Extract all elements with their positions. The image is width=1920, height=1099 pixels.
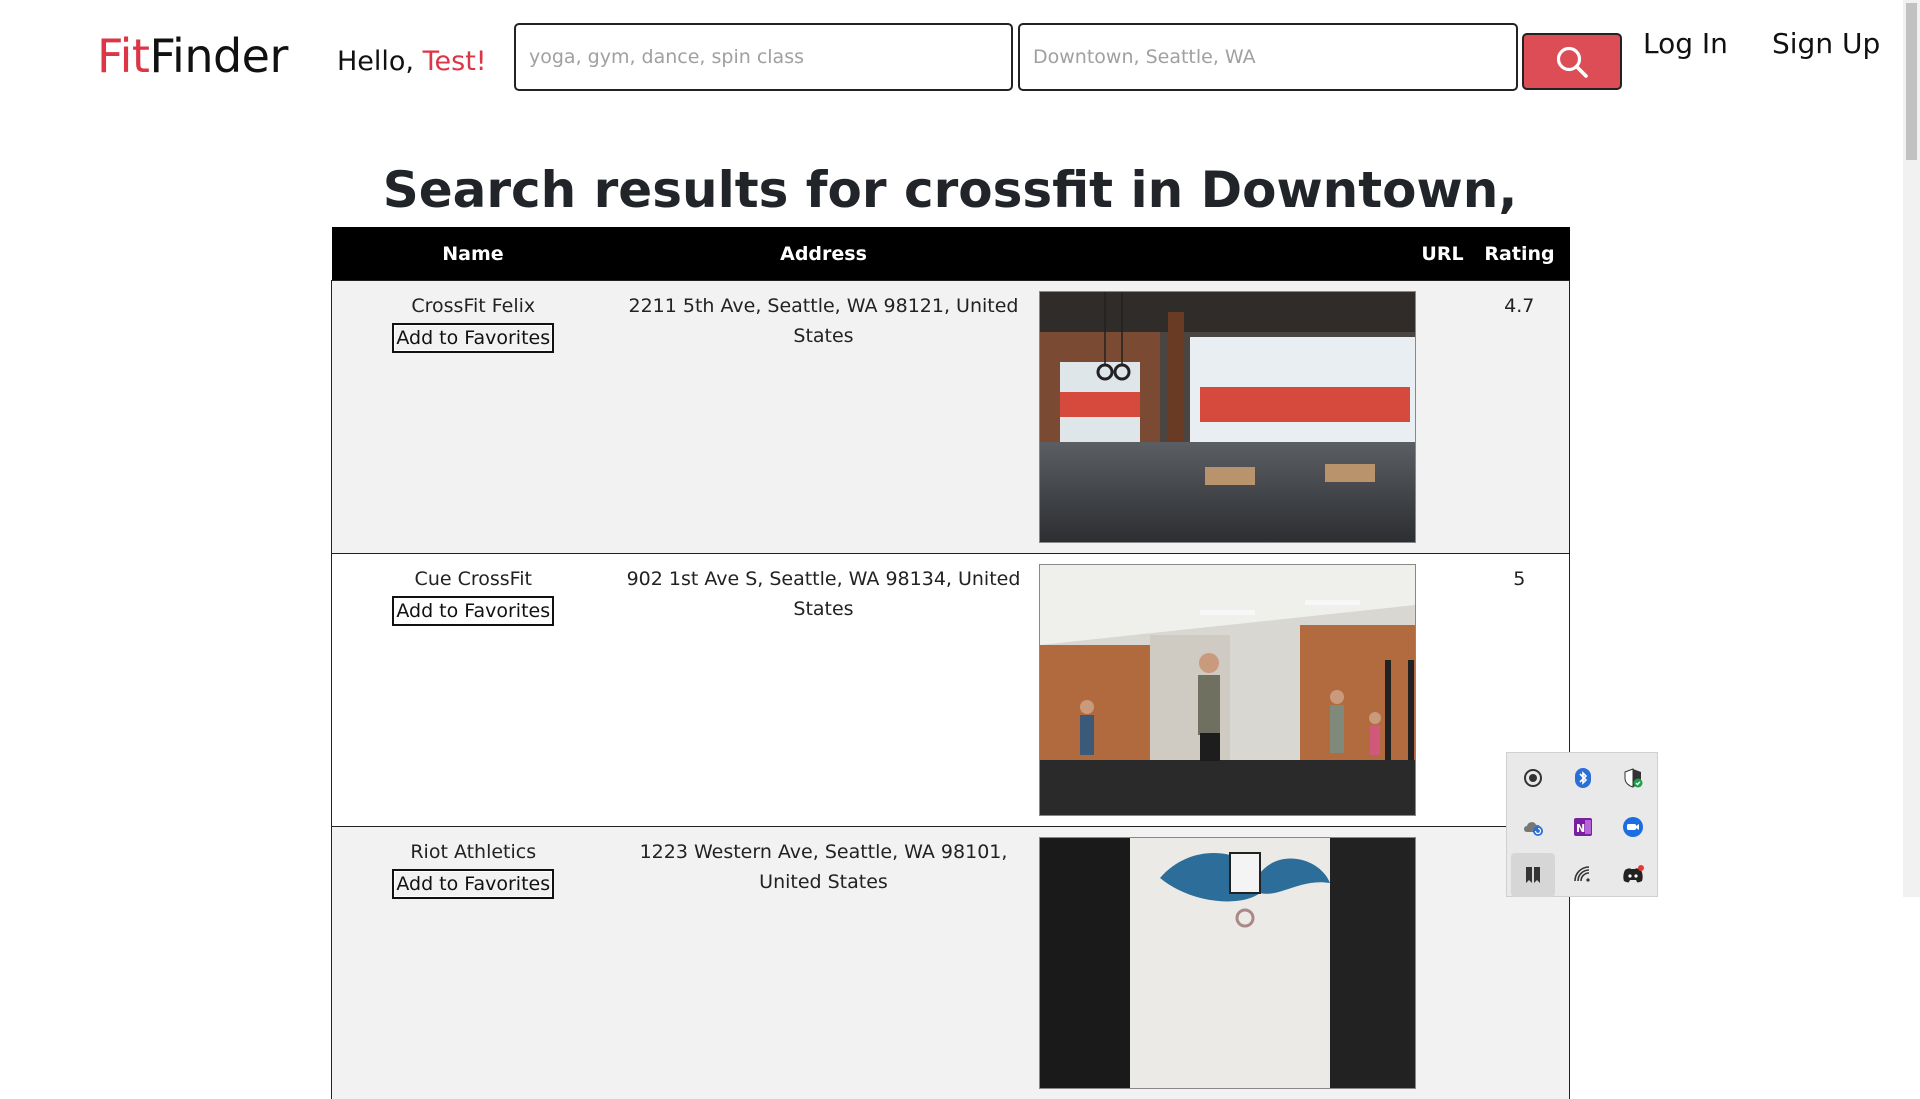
app-logo[interactable]: FitFinder	[97, 26, 288, 86]
gym-name: Cue CrossFit	[338, 564, 609, 594]
onedrive-sync-icon[interactable]	[1511, 805, 1555, 849]
column-header-url: URL	[1416, 227, 1470, 281]
gym-photo-cell	[1033, 281, 1416, 554]
gym-url[interactable]	[1416, 554, 1470, 827]
column-header-address: Address	[615, 227, 1033, 281]
bluetooth-icon[interactable]	[1561, 756, 1605, 800]
gym-address: 1223 Western Ave, Seattle, WA 98101, Uni…	[615, 827, 1033, 1099]
gym-url[interactable]	[1416, 827, 1470, 1099]
table-header-row: Name Address URL Rating	[332, 227, 1570, 281]
table-row: Riot Athletics Add to Favorites 1223 Wes…	[332, 827, 1570, 1099]
search-button[interactable]	[1522, 33, 1622, 90]
column-header-name: Name	[332, 227, 615, 281]
activity-search-input[interactable]	[514, 23, 1013, 91]
logo-finder-text: Finder	[149, 29, 287, 83]
wifi-icon[interactable]	[1561, 853, 1605, 897]
gym-rating: 4.7	[1470, 281, 1570, 554]
svg-text:N: N	[1576, 822, 1585, 835]
gym-photo[interactable]	[1039, 291, 1416, 543]
gym-address: 2211 5th Ave, Seattle, WA 98121, United …	[615, 281, 1033, 554]
greeting-prefix: Hello,	[337, 46, 423, 77]
record-icon[interactable]	[1511, 756, 1555, 800]
onenote-icon[interactable]: N	[1561, 805, 1605, 849]
greeting: Hello, Test!	[337, 44, 487, 80]
gym-name-cell: Cue CrossFit Add to Favorites	[332, 554, 615, 827]
add-to-favorites-button[interactable]: Add to Favorites	[392, 323, 554, 353]
gym-name: Riot Athletics	[338, 837, 609, 867]
system-tray-overflow: N	[1506, 752, 1658, 897]
table-row: Cue CrossFit Add to Favorites 902 1st Av…	[332, 554, 1570, 827]
discord-icon[interactable]	[1611, 853, 1655, 897]
scrollbar-thumb[interactable]	[1906, 3, 1917, 160]
add-to-favorites-button[interactable]: Add to Favorites	[392, 596, 554, 626]
column-header-image	[1033, 227, 1416, 281]
zoom-icon[interactable]	[1611, 805, 1655, 849]
gym-url[interactable]	[1416, 281, 1470, 554]
search-icon	[1555, 45, 1589, 79]
add-to-favorites-button[interactable]: Add to Favorites	[392, 869, 554, 899]
page-scrollbar[interactable]	[1903, 0, 1920, 897]
gym-name-cell: Riot Athletics Add to Favorites	[332, 827, 615, 1099]
results-table: Name Address URL Rating CrossFit Felix A…	[331, 227, 1570, 1099]
location-search-input[interactable]	[1018, 23, 1518, 91]
login-link[interactable]: Log In	[1643, 24, 1728, 64]
gym-name: CrossFit Felix	[338, 291, 609, 321]
logo-fit-text: Fit	[97, 29, 149, 83]
gym-photo[interactable]	[1039, 837, 1416, 1089]
gym-photo-cell	[1033, 827, 1416, 1099]
gym-photo-cell	[1033, 554, 1416, 827]
security-shield-icon[interactable]	[1611, 756, 1655, 800]
gym-address: 902 1st Ave S, Seattle, WA 98134, United…	[615, 554, 1033, 827]
greeting-user-name: Test!	[423, 46, 487, 77]
signup-link[interactable]: Sign Up	[1772, 24, 1880, 64]
table-row: CrossFit Felix Add to Favorites 2211 5th…	[332, 281, 1570, 554]
gym-name-cell: CrossFit Felix Add to Favorites	[332, 281, 615, 554]
column-header-rating: Rating	[1470, 227, 1570, 281]
gym-photo[interactable]	[1039, 564, 1416, 816]
bookmark-icon[interactable]	[1511, 853, 1555, 897]
